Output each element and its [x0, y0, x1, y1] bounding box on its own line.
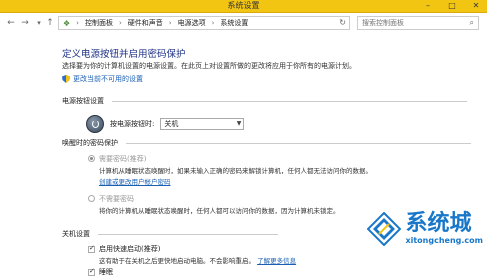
power-button-label: 按电源按钮时: [110, 120, 155, 128]
fast-startup-checkbox[interactable] [88, 244, 95, 253]
breadcrumb-system-settings[interactable]: 系统设置 [220, 18, 248, 28]
require-password-desc: 计算机从睡眠状态唤醒时，如果未输入正确的密码来解锁计算机，任何人都无法访问你的数… [99, 167, 372, 175]
refresh-icon[interactable]: ↻ [339, 17, 346, 29]
create-password-link[interactable]: 创建或更改用户帐户密码 [99, 176, 171, 186]
breadcrumb-power-options[interactable]: 电源选项 [178, 18, 206, 28]
search-icon[interactable]: ⌕ [470, 18, 474, 28]
section-divider [98, 233, 278, 235]
power-button-section-title: 电源按钮设置 [62, 97, 104, 105]
chevron-down-icon: ▼ [236, 120, 242, 127]
control-panel-icon: ❖ [63, 18, 71, 28]
minimize-button[interactable]: – [421, 0, 435, 12]
breadcrumb: ❖ › 控制面板 › 硬件和声音 › 电源选项 › 系统设置 [59, 18, 248, 28]
search-input[interactable] [358, 17, 466, 29]
power-button-action-value: 关机 [164, 120, 179, 128]
sleep-option[interactable]: 睡眠 [88, 267, 113, 277]
up-arrow-icon[interactable]: ↑ [45, 17, 55, 29]
watermark-sub-text: xitongcheng.com [405, 236, 483, 245]
window-title: 系统设置 [227, 1, 260, 10]
page-title: 定义电源按钮并启用密码保护 [62, 49, 186, 60]
breadcrumb-hardware-sound[interactable]: 硬件和声音 [128, 18, 163, 28]
fast-startup-desc-row: 这有助于在关机之后更快地启动电脑。不会影响重启。 了解更多信息 [99, 255, 296, 265]
power-icon [86, 115, 104, 133]
shield-icon [62, 75, 70, 83]
breadcrumb-control-panel[interactable]: 控制面板 [85, 18, 113, 28]
fast-startup-option[interactable]: 启用快速启动(推荐) [88, 244, 160, 254]
address-bar[interactable]: ❖ › 控制面板 › 硬件和声音 › 电源选项 › 系统设置 ↻ [58, 16, 350, 30]
breadcrumb-separator: › [168, 19, 172, 27]
power-button-action-select[interactable]: 关机 ▼ [160, 118, 245, 130]
watermark-logo-icon [367, 212, 402, 246]
power-button-row: 按电源按钮时: 关机 ▼ [86, 115, 245, 133]
breadcrumb-separator: › [76, 19, 79, 27]
require-password-option[interactable]: 需要密码(推荐) [88, 154, 146, 164]
sleep-checkbox[interactable] [88, 267, 95, 276]
maximize-button[interactable]: □ [445, 0, 459, 12]
create-password-link-text[interactable]: 创建或更改用户帐户密码 [99, 178, 171, 186]
section-divider [112, 100, 467, 102]
page-description: 选择要为你的计算机设置的电源设置。在此页上对设置所做的更改将应用于你所有的电源计… [62, 62, 356, 70]
wake-password-section-title: 唤醒时的密码保护 [62, 139, 118, 147]
navigation-bar: ← → ▾ ↑ ❖ › 控制面板 › 硬件和声音 › 电源选项 › 系统设置 ↻… [0, 13, 487, 33]
power-button-section-header: 电源按钮设置 [62, 96, 467, 106]
learn-more-link[interactable]: 了解更多信息 [257, 257, 296, 265]
no-password-desc: 将你的计算机从睡眠状态唤醒时，任何人都可以访问你的数据，因为计算机未锁定。 [99, 207, 340, 215]
breadcrumb-separator: › [211, 19, 215, 27]
dropdown-icon[interactable]: ▾ [34, 17, 44, 29]
no-password-option[interactable]: 不需要密码 [88, 194, 134, 204]
sleep-label: 睡眠 [99, 268, 113, 276]
search-box[interactable]: ⌕ [357, 16, 479, 30]
shutdown-section-header: 关机设置 [62, 229, 278, 239]
close-button[interactable]: ✕ [469, 0, 483, 12]
breadcrumb-separator: › [118, 19, 122, 27]
forward-arrow-icon[interactable]: → [20, 17, 30, 29]
watermark-main-text: 系统城 [405, 211, 472, 236]
no-password-title: 不需要密码 [99, 195, 134, 203]
change-settings-link[interactable]: 更改当前不可用的设置 [62, 74, 143, 84]
watermark: 系统城 xitongcheng.com [367, 212, 483, 246]
shutdown-section-title: 关机设置 [62, 230, 90, 238]
section-divider [126, 142, 471, 144]
require-password-title: 需要密码(推荐) [99, 155, 147, 163]
title-bar: 系统设置 – □ ✕ [0, 0, 487, 13]
back-arrow-icon[interactable]: ← [6, 17, 16, 29]
no-password-radio[interactable] [88, 195, 95, 202]
change-settings-label[interactable]: 更改当前不可用的设置 [73, 74, 143, 84]
fast-startup-desc: 这有助于在关机之后更快地启动电脑。不会影响重启。 [99, 257, 255, 265]
require-password-radio[interactable] [88, 155, 95, 162]
fast-startup-label: 启用快速启动(推荐) [99, 245, 161, 253]
wake-password-section-header: 唤醒时的密码保护 [62, 138, 471, 148]
